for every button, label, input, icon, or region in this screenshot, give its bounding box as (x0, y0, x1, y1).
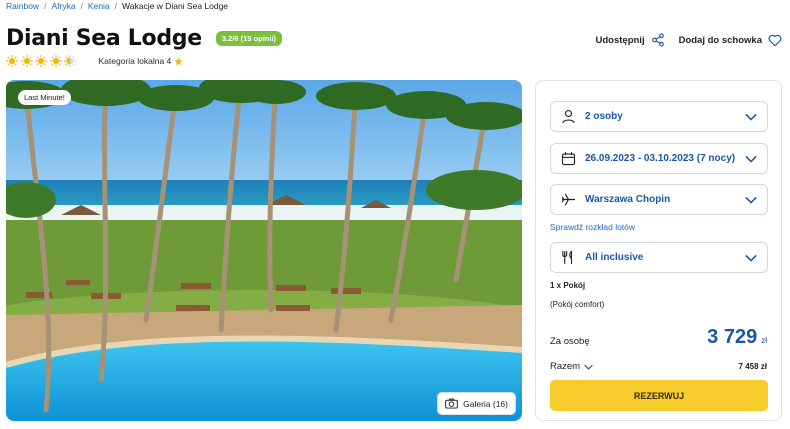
favorites-label: Dodaj do schowka (678, 34, 762, 46)
last-minute-badge: Last Minute! (18, 90, 71, 105)
share-icon (651, 33, 664, 47)
hotel-photo-image (6, 80, 522, 421)
sun-icon (35, 55, 47, 67)
book-button[interactable]: REZERWUJ (550, 380, 768, 411)
currency-label: zł (761, 336, 767, 345)
share-label: Udostępnij (595, 34, 645, 46)
gallery-button[interactable]: Galeria (16) (437, 392, 516, 415)
cutlery-icon (562, 250, 573, 265)
flight-schedule-link[interactable]: Sprawdź rozkład lotów (550, 222, 635, 232)
booking-panel: 2 osoby 26.09.2023 - 03.10.2023 (7 nocy)… (535, 80, 782, 421)
total-toggle[interactable]: Razem (550, 361, 593, 372)
heart-icon (768, 34, 782, 46)
travelers-select[interactable]: 2 osoby (550, 101, 768, 132)
airplane-icon (561, 193, 576, 206)
sun-icon (49, 55, 62, 67)
hotel-category-row: Kategoria lokalna 4 (6, 55, 183, 67)
chevron-down-icon (745, 196, 757, 204)
travelers-value: 2 osoby (585, 111, 623, 122)
breadcrumb-separator: / (44, 1, 47, 11)
sun-icon (6, 55, 18, 67)
airport-value: Warszawa Chopin (585, 194, 671, 205)
chevron-down-icon (745, 155, 757, 163)
dates-value: 26.09.2023 - 03.10.2023 (7 nocy) (585, 153, 736, 164)
total-label: Razem (550, 361, 581, 372)
breadcrumb-current: Wakacje w Diani Sea Lodge (122, 1, 229, 11)
breadcrumb-kenia[interactable]: Kenia (88, 1, 110, 11)
board-value: All inclusive (585, 252, 644, 263)
breadcrumb-separator: / (114, 1, 118, 11)
room-count: 1 x Pokój (550, 281, 586, 290)
star-icon (174, 56, 183, 65)
airport-select[interactable]: Warszawa Chopin (550, 184, 768, 215)
half-sun-icon (64, 55, 76, 67)
local-category-label: Kategoria lokalna 4 (98, 56, 172, 66)
title-row: Diani Sea Lodge 3.2/6 (15 opinii) (6, 26, 283, 51)
rating-badge[interactable]: 3.2/6 (15 opinii) (215, 31, 283, 46)
add-to-favorites-button[interactable]: Dodaj do schowka (679, 34, 782, 47)
top-actions: Udostępnij Dodaj do schowka (596, 33, 783, 47)
breadcrumb: Rainbow / Afryka / Kenia / Wakacje w Dia… (6, 1, 228, 11)
hotel-photo[interactable]: Last Minute! Galeria (16) (6, 80, 522, 421)
sun-icon (20, 55, 33, 67)
local-category: Kategoria lokalna 4 (99, 56, 184, 66)
gallery-label: Galeria (16) (463, 398, 508, 409)
chevron-down-icon (745, 254, 757, 262)
per-person-price-value: 3 729 (707, 326, 758, 348)
breadcrumb-afryka[interactable]: Afryka (51, 1, 75, 11)
dates-select[interactable]: 26.09.2023 - 03.10.2023 (7 nocy) (550, 143, 768, 174)
board-select[interactable]: All inclusive (550, 242, 768, 273)
chevron-down-icon (584, 364, 593, 370)
room-type: (Pokój comfort) (550, 300, 605, 309)
camera-icon (445, 398, 458, 409)
per-person-price: 3 729 zł (707, 326, 767, 349)
calendar-icon (561, 152, 576, 166)
total-price: 7 458 zł (738, 362, 767, 371)
breadcrumb-rainbow[interactable]: Rainbow (6, 1, 39, 11)
share-button[interactable]: Udostępnij (596, 33, 665, 47)
per-person-label: Za osobę (550, 336, 590, 347)
chevron-down-icon (745, 113, 757, 121)
person-icon (562, 109, 575, 124)
page-title: Diani Sea Lodge (6, 26, 202, 51)
breadcrumb-separator: / (80, 1, 83, 11)
